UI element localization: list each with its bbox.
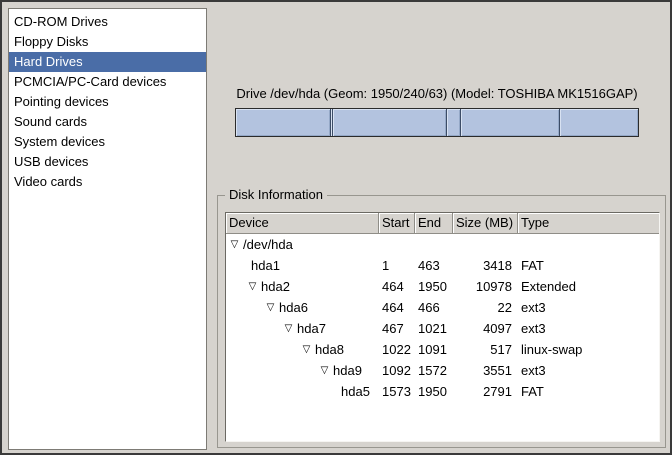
table-row-hda8[interactable]: ▽hda8 1022 1091 517 linux-swap: [226, 339, 659, 360]
size-cell: 22: [453, 297, 518, 318]
device-name: hda1: [251, 255, 280, 276]
table-row-dev-hda[interactable]: ▽/dev/hda: [226, 234, 659, 255]
sidebar-item-cdrom-drives[interactable]: CD-ROM Drives: [9, 12, 206, 32]
device-cell: hda5: [226, 381, 379, 402]
device-name: hda7: [297, 318, 326, 339]
column-header-end[interactable]: End: [415, 213, 453, 234]
device-category-list: CD-ROM Drives Floppy Disks Hard Drives P…: [8, 8, 207, 450]
table-row-hda1[interactable]: hda1 1 463 3418 FAT: [226, 255, 659, 276]
disk-table-header: Device Start End Size (MB) Type: [226, 213, 659, 234]
partition-segment-hda9: [461, 109, 560, 136]
disk-table: Device Start End Size (MB) Type ▽/dev/hd…: [225, 212, 660, 442]
table-row-hda5[interactable]: hda5 1573 1950 2791 FAT: [226, 381, 659, 402]
type-cell: linux-swap: [518, 339, 659, 360]
partition-segment-hda1: [236, 109, 331, 136]
device-name: hda5: [341, 381, 370, 402]
sidebar-item-pcmcia-devices[interactable]: PCMCIA/PC-Card devices: [9, 72, 206, 92]
table-row-hda2[interactable]: ▽hda2 464 1950 10978 Extended: [226, 276, 659, 297]
end-cell: 466: [415, 297, 453, 318]
size-cell: 2791: [453, 381, 518, 402]
table-row-hda6[interactable]: ▽hda6 464 466 22 ext3: [226, 297, 659, 318]
type-cell: FAT: [518, 255, 659, 276]
size-cell: 517: [453, 339, 518, 360]
start-cell: 464: [379, 297, 415, 318]
sidebar-item-usb-devices[interactable]: USB devices: [9, 152, 206, 172]
type-cell: ext3: [518, 360, 659, 381]
column-header-device[interactable]: Device: [226, 213, 379, 234]
start-cell: 1573: [379, 381, 415, 402]
partition-segment-hda5: [560, 109, 638, 136]
start-cell: [379, 234, 415, 255]
expander-icon[interactable]: ▽: [264, 297, 277, 318]
type-cell: [518, 234, 659, 255]
end-cell: 1021: [415, 318, 453, 339]
disk-information-frame: Disk Information Device Start End Size (…: [217, 195, 666, 448]
end-cell: 1950: [415, 381, 453, 402]
device-name: hda2: [261, 276, 290, 297]
type-cell: ext3: [518, 318, 659, 339]
table-row-hda9[interactable]: ▽hda9 1092 1572 3551 ext3: [226, 360, 659, 381]
column-header-start[interactable]: Start: [379, 213, 415, 234]
size-cell: 4097: [453, 318, 518, 339]
device-cell: ▽hda2: [226, 276, 379, 297]
size-cell: [453, 234, 518, 255]
sidebar-item-floppy-disks[interactable]: Floppy Disks: [9, 32, 206, 52]
device-cell: ▽hda8: [226, 339, 379, 360]
expander-icon[interactable]: ▽: [282, 318, 295, 339]
end-cell: 1950: [415, 276, 453, 297]
device-name: hda9: [333, 360, 362, 381]
expander-icon[interactable]: ▽: [300, 339, 313, 360]
expander-icon[interactable]: ▽: [228, 234, 241, 255]
type-cell: ext3: [518, 297, 659, 318]
type-cell: FAT: [518, 381, 659, 402]
sidebar-item-system-devices[interactable]: System devices: [9, 132, 206, 152]
device-cell: hda1: [226, 255, 379, 276]
start-cell: 1022: [379, 339, 415, 360]
disk-information-label: Disk Information: [225, 187, 327, 202]
drive-title: Drive /dev/hda (Geom: 1950/240/63) (Mode…: [235, 86, 639, 101]
device-name: /dev/hda: [243, 234, 293, 255]
table-row-hda7[interactable]: ▽hda7 467 1021 4097 ext3: [226, 318, 659, 339]
size-cell: 3418: [453, 255, 518, 276]
device-cell: ▽hda7: [226, 318, 379, 339]
sidebar-item-video-cards[interactable]: Video cards: [9, 172, 206, 192]
device-name: hda8: [315, 339, 344, 360]
partition-bar: [235, 108, 639, 137]
type-cell: Extended: [518, 276, 659, 297]
device-cell: ▽/dev/hda: [226, 234, 379, 255]
sidebar-item-hard-drives[interactable]: Hard Drives: [9, 52, 206, 72]
device-cell: ▽hda9: [226, 360, 379, 381]
size-cell: 10978: [453, 276, 518, 297]
expander-icon[interactable]: ▽: [318, 360, 331, 381]
start-cell: 1: [379, 255, 415, 276]
expander-icon[interactable]: ▽: [246, 276, 259, 297]
hardware-browser-window: CD-ROM Drives Floppy Disks Hard Drives P…: [0, 0, 672, 455]
partition-segment-hda7: [333, 109, 447, 136]
end-cell: 463: [415, 255, 453, 276]
end-cell: 1091: [415, 339, 453, 360]
column-header-type[interactable]: Type: [518, 213, 659, 234]
start-cell: 467: [379, 318, 415, 339]
start-cell: 464: [379, 276, 415, 297]
end-cell: 1572: [415, 360, 453, 381]
column-header-size[interactable]: Size (MB): [453, 213, 518, 234]
sidebar-item-pointing-devices[interactable]: Pointing devices: [9, 92, 206, 112]
device-cell: ▽hda6: [226, 297, 379, 318]
size-cell: 3551: [453, 360, 518, 381]
device-name: hda6: [279, 297, 308, 318]
partition-segment-hda8: [447, 109, 461, 136]
end-cell: [415, 234, 453, 255]
start-cell: 1092: [379, 360, 415, 381]
sidebar-item-sound-cards[interactable]: Sound cards: [9, 112, 206, 132]
